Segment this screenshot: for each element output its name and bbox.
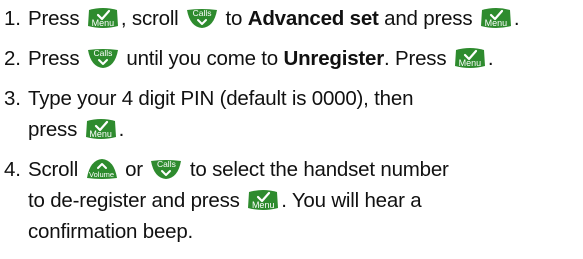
step-1: 1. Press Menu , scroll Calls to Advanced… bbox=[4, 3, 583, 34]
menu-key-icon: Menu bbox=[87, 7, 119, 29]
step-4: 4. Scroll Volume or Calls to select the … bbox=[4, 154, 583, 247]
calls-key-icon: Calls bbox=[186, 7, 218, 29]
step-number: 4. bbox=[4, 158, 21, 181]
step-3: 3. Type your 4 digit PIN (default is 000… bbox=[4, 83, 583, 145]
instruction-list: 1. Press Menu , scroll Calls to Advanced… bbox=[4, 3, 583, 247]
calls-key-label: Calls bbox=[192, 8, 212, 18]
step-number: 2. bbox=[4, 47, 21, 70]
step-text: Scroll bbox=[28, 158, 79, 181]
calls-key-icon: Calls bbox=[87, 47, 119, 69]
step-line: Press Calls until you come to Unregister… bbox=[28, 43, 583, 74]
step-text: or bbox=[125, 158, 143, 181]
step-number: 3. bbox=[4, 87, 21, 110]
menu-key-label: Menu bbox=[458, 58, 482, 68]
step-text: . bbox=[513, 7, 520, 30]
step-text: . bbox=[118, 118, 125, 141]
step-line: confirmation beep. bbox=[28, 220, 194, 243]
menu-key-icon: Menu bbox=[454, 47, 486, 69]
step-text: to select the handset number bbox=[189, 158, 449, 181]
step-bold-text: Unregister bbox=[283, 47, 385, 70]
step-text: press bbox=[28, 118, 78, 141]
step-text: and press bbox=[384, 7, 473, 30]
instructions-page: 1. Press Menu , scroll Calls to Advanced… bbox=[0, 0, 583, 259]
step-line: Press Menu , scroll Calls to Advanced se… bbox=[28, 3, 583, 34]
menu-key-label: Menu bbox=[91, 18, 115, 28]
calls-key-label: Calls bbox=[93, 48, 113, 58]
volume-key-icon: Volume bbox=[86, 158, 118, 180]
menu-key-icon: Menu bbox=[247, 189, 279, 211]
step-line: to de-register and press Menu . You will… bbox=[28, 185, 583, 216]
step-text: to bbox=[225, 7, 243, 30]
step-text: until you come to bbox=[126, 47, 278, 70]
step-2: 2. Press Calls until you come to Unregis… bbox=[4, 43, 583, 74]
step-line: Scroll Volume or Calls to select the han… bbox=[28, 154, 583, 185]
step-line: press Menu . bbox=[28, 114, 583, 145]
step-text: to de-register and press bbox=[28, 189, 240, 212]
menu-key-label: Menu bbox=[484, 18, 508, 28]
step-text: . bbox=[487, 47, 494, 70]
volume-key-label: Volume bbox=[89, 170, 115, 179]
menu-key-icon: Menu bbox=[85, 118, 117, 140]
menu-key-label: Menu bbox=[89, 129, 112, 139]
step-text: Press bbox=[28, 47, 80, 70]
step-text: Press bbox=[28, 7, 80, 30]
step-number: 1. bbox=[4, 7, 21, 30]
calls-key-icon: Calls bbox=[150, 158, 182, 180]
step-text: . Press bbox=[384, 47, 447, 70]
step-text: . You will hear a bbox=[281, 189, 422, 212]
menu-key-icon: Menu bbox=[480, 7, 512, 29]
step-text: , scroll bbox=[120, 7, 179, 30]
step-line: Type your 4 digit PIN (default is 0000),… bbox=[28, 87, 414, 110]
calls-key-label: Calls bbox=[156, 159, 176, 169]
menu-key-label: Menu bbox=[251, 200, 275, 210]
step-bold-text: Advanced set bbox=[247, 7, 379, 30]
